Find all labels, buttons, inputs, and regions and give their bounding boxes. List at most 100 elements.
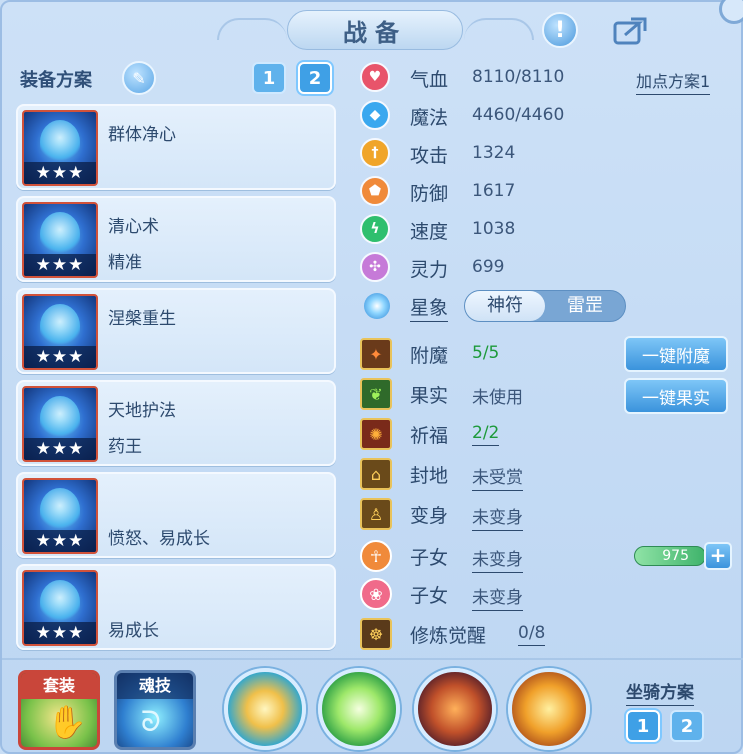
bonus-name: 祈福 — [410, 425, 449, 447]
bonus-value[interactable]: 未变身 — [472, 545, 523, 573]
stars-rating: ★★★ — [24, 438, 96, 460]
equip-card[interactable]: ★★★ 群体净心 — [16, 104, 336, 190]
equip-scheme-1-button[interactable]: 1 — [252, 62, 286, 94]
speed-icon: ϟ — [360, 214, 390, 244]
bonus-row-fruit: ❦ 果实 未使用 — [360, 376, 620, 412]
meditation-icon: ☸ — [360, 618, 392, 650]
mount-scheme-title: 坐骑方案 — [626, 678, 694, 706]
sword-icon: † — [360, 138, 390, 168]
toggle-option-selected[interactable]: 神符 — [465, 291, 545, 321]
stat-name: 防御 — [410, 183, 449, 205]
one-click-enchant-button[interactable]: 一键附魔 — [624, 336, 728, 372]
mana-icon: ◆ — [360, 100, 390, 130]
bonus-value[interactable]: 未变身 — [472, 503, 523, 531]
bonus-value: 未使用 — [472, 388, 523, 408]
help-icon[interactable]: ! — [542, 12, 578, 48]
bonus-name: 子女 — [410, 585, 449, 607]
equip-thumbnail: ★★★ — [22, 570, 98, 646]
card-secondary-label: 药王 — [108, 437, 142, 457]
soul-skill-label: 魂技 — [117, 673, 193, 699]
constellation-label[interactable]: 星象 — [410, 293, 449, 322]
fief-icon: ⌂ — [360, 458, 392, 490]
add-icon[interactable]: + — [704, 542, 732, 570]
bonus-value[interactable]: 2/2 — [472, 423, 500, 446]
skill-beast-icon[interactable] — [414, 668, 496, 750]
bonus-value[interactable]: 未受赏 — [472, 463, 523, 491]
bonus-row-child-1: ☥ 子女 未变身 — [360, 538, 620, 574]
stat-name: 速度 — [410, 221, 449, 243]
stars-rating: ★★★ — [24, 346, 96, 368]
card-primary-label: 天地护法 — [108, 401, 176, 421]
equip-scheme-2-button[interactable]: 2 — [298, 62, 332, 94]
stat-name: 魔法 — [410, 107, 449, 129]
stat-value: 699 — [472, 257, 505, 277]
toggle-option[interactable]: 雷罡 — [545, 291, 625, 321]
stat-row-spirit: ✣ 灵力 699 — [360, 250, 740, 284]
equip-card[interactable]: ★★★ 涅槃重生 — [16, 288, 336, 374]
stars-rating: ★★★ — [24, 622, 96, 644]
bonus-row-fief: ⌂ 封地 未受赏 — [360, 456, 620, 492]
spiral-icon: ᘐ — [141, 705, 161, 738]
stat-name: 攻击 — [410, 145, 449, 167]
bonus-value[interactable]: 0/8 — [518, 623, 546, 646]
equip-card[interactable]: ★★★ 天地护法 药王 — [16, 380, 336, 466]
equip-card[interactable]: ★★★ 易成长 — [16, 564, 336, 650]
stat-value: 4460/4460 — [472, 105, 565, 125]
page-title: 战备 — [287, 10, 463, 50]
stars-rating: ★★★ — [24, 254, 96, 276]
bonus-name: 子女 — [410, 547, 449, 569]
bonus-value: 5/5 — [472, 343, 500, 363]
stat-value: 8110/8110 — [472, 67, 565, 87]
skill-heart-icon[interactable] — [318, 668, 400, 750]
close-icon[interactable] — [719, 0, 743, 24]
card-primary-label: 群体净心 — [108, 125, 176, 145]
bonus-row-enchant: ✦ 附魔 5/5 — [360, 336, 620, 372]
title-ornament-right — [464, 18, 534, 40]
soul-skill-button[interactable]: 魂技 ᘐ — [114, 670, 196, 750]
battle-prep-panel: 战备 ! 装备方案 ✎ 1 2 ★★★ 群体净心 ★★★ 清心术 精准 ★★★ … — [0, 0, 743, 754]
stat-name: 灵力 — [410, 259, 449, 281]
card-primary-label: 清心术 — [108, 217, 159, 237]
stat-row-attack: † 攻击 1324 — [360, 136, 740, 170]
share-icon[interactable] — [612, 12, 648, 48]
hand-icon: ✋ — [47, 703, 87, 741]
one-click-fruit-button[interactable]: 一键果实 — [624, 378, 728, 414]
stat-row-hp: ♥ 气血 8110/8110 — [360, 60, 740, 94]
stars-rating: ★★★ — [24, 530, 96, 552]
skill-monk-icon[interactable] — [508, 668, 590, 750]
title-ornament-left — [217, 18, 287, 40]
shield-icon: ⬟ — [360, 176, 390, 206]
bonus-name: 附魔 — [410, 345, 449, 367]
stat-row-mp: ◆ 魔法 4460/4460 — [360, 98, 740, 132]
bonus-name: 封地 — [410, 465, 449, 487]
equip-thumbnail: ★★★ — [22, 386, 98, 462]
mount-scheme-2-button[interactable]: 2 — [670, 710, 704, 742]
stat-value: 1617 — [472, 181, 516, 201]
skill-meditate-icon[interactable] — [224, 668, 306, 750]
equip-thumbnail: ★★★ — [22, 202, 98, 278]
cultivation-bar: 975 — [634, 546, 706, 566]
card-secondary-label: 愤怒、易成长 — [108, 529, 210, 549]
equip-card[interactable]: ★★★ 愤怒、易成长 — [16, 472, 336, 558]
heart-icon: ♥ — [360, 62, 390, 92]
child-icon: ☥ — [360, 540, 392, 572]
equip-thumbnail: ★★★ — [22, 294, 98, 370]
bonus-row-child-2: ❀ 子女 未变身 — [360, 576, 620, 612]
equip-card[interactable]: ★★★ 清心术 精准 — [16, 196, 336, 282]
edit-icon[interactable]: ✎ — [122, 61, 156, 95]
stat-value: 1038 — [472, 219, 516, 239]
bonus-name: 修炼觉醒 — [410, 625, 487, 647]
lotus-icon: ❀ — [360, 578, 392, 610]
card-secondary-label: 易成长 — [108, 621, 159, 641]
stat-value: 1324 — [472, 143, 516, 163]
constellation-toggle[interactable]: 神符 雷罡 — [464, 290, 626, 322]
fruit-icon: ❦ — [360, 378, 392, 410]
stat-row-speed: ϟ 速度 1038 — [360, 212, 740, 246]
mount-scheme-1-button[interactable]: 1 — [626, 710, 660, 742]
bonus-value[interactable]: 未变身 — [472, 583, 523, 611]
enchant-icon: ✦ — [360, 338, 392, 370]
transform-icon: ♙ — [360, 498, 392, 530]
constellation-icon — [364, 293, 390, 319]
divider — [2, 658, 743, 660]
set-equipment-button[interactable]: 套装 ✋ — [18, 670, 100, 750]
